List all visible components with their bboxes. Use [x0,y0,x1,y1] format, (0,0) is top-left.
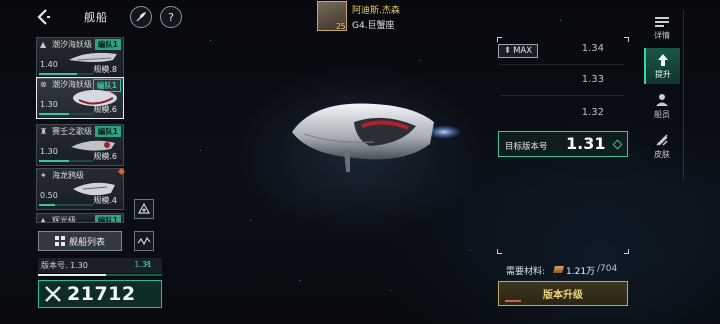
version-option[interactable]: 1.33 [582,74,604,85]
target-version-value: 1.31 [566,134,606,153]
ship-progress-bar [39,160,93,162]
required-materials: 需要材料: 1.21万 /704 [498,262,628,278]
crew-icon [656,93,668,106]
formation-icon [137,202,151,214]
diamond-icon [612,139,623,150]
fleet-badge: 编队1 [94,215,121,222]
ship-card-1[interactable]: ▲ 潮汐海妖级 编队1 1.40 规模.8 [36,37,124,79]
panel-corner [624,249,629,254]
ship-scale: 规模.8 [93,65,117,74]
feather-button[interactable] [130,6,152,28]
tab-details[interactable]: 详情 [644,10,680,46]
ship-version: 1.30 [40,100,58,109]
chevron-left-icon [37,9,50,25]
ship-list-button[interactable]: 舰船列表 [38,231,122,251]
page-title: 舰船 [84,11,108,24]
ship-version: 1.30 [40,147,58,156]
tab-label: 皮肤 [654,149,670,159]
divider [500,95,624,96]
ship-class-icon: ▲ [40,216,47,223]
commander-name: 阿迪斯.杰森 [352,6,400,16]
ship-card-2[interactable]: ⊗ 潮汐海妖级 编队1 1.30 规模.6 [36,77,124,119]
ship-scale: 规模.6 [93,152,117,161]
panel-corner [624,37,629,42]
grid-icon [54,236,65,246]
divider [500,64,624,65]
skin-icon [656,133,668,146]
current-version: 版本号. 1.30 [41,261,88,270]
version-progress-bar [38,274,162,276]
ship-card-5[interactable]: ▲ 辉光级 编队1 [36,213,124,223]
alloy-icon [553,266,564,273]
filter-button[interactable] [134,231,154,251]
version-option[interactable]: 1.34 [582,43,604,54]
feather-icon [136,12,147,22]
version-option[interactable]: 1.32 [582,107,604,118]
ship-progress-bar [39,113,93,115]
tabs-rail [683,10,684,180]
bars-icon [655,16,669,27]
materials-owned: 1.21万 [566,267,596,277]
back-button[interactable] [34,7,54,27]
fleet-formation-button[interactable] [134,199,154,219]
tab-label: 详情 [654,30,670,40]
tab-crew[interactable]: 船员 [644,88,680,124]
question-icon: ? [168,10,174,24]
tab-upgrade[interactable]: 提升 [644,48,680,84]
tab-label: 提升 [655,69,671,79]
wave-icon [137,236,151,246]
close-circle-icon: ⊗ [40,80,47,89]
ship-model [292,103,462,172]
ship-card-3[interactable]: ♜ 赛壬之歌级 编队1 1.30 规模.6 [36,124,124,166]
ship-progress-bar [39,73,93,75]
max-label: MAX [513,46,533,56]
ship-scale: 规模.4 [93,196,117,205]
combat-power: 21712 [38,280,162,308]
combat-power-value: 21712 [67,283,136,305]
target-version-label: 目标版本号 [505,142,548,152]
tab-skin[interactable]: 皮肤 [644,128,680,164]
version-upgrade-button[interactable]: 版本升级 [498,281,628,306]
ship-version: 0.50 [40,191,58,200]
ship-class-icon: ♜ [40,127,48,136]
ship-scale: 规模.6 [93,105,117,114]
materials-label: 需要材料: [506,267,546,277]
ship-class-icon: ✦ [40,171,47,180]
commander-title: G4.巨蟹座 [352,21,395,31]
materials-required: /704 [597,264,618,274]
commander-level: 25 [336,22,346,31]
help-button[interactable]: ? [160,6,182,28]
ship-card-4[interactable]: ✦ 海龙鸦级 0.50 规模.4 [36,168,124,210]
button-accent [505,300,521,302]
next-version: 1.31 [134,260,152,269]
ship-version: 1.40 [40,60,58,69]
panel-corner [497,249,502,254]
max-button[interactable]: ⇞ MAX [498,44,538,58]
ship-class-icon: ▲ [40,40,47,49]
max-arrow-icon: ⇞ [503,46,512,56]
upgrade-label: 版本升级 [543,290,583,301]
version-progress: 版本号. 1.30 > 1.31 [38,258,162,276]
upgrade-icon [658,53,668,66]
ship-list-label: 舰船列表 [68,237,105,248]
crossed-swords-icon [45,286,61,302]
target-version-selector[interactable]: 目标版本号 1.31 [498,131,628,157]
panel-corner [497,37,502,42]
ship-progress-bar [39,204,93,206]
tab-label: 船员 [654,109,670,119]
